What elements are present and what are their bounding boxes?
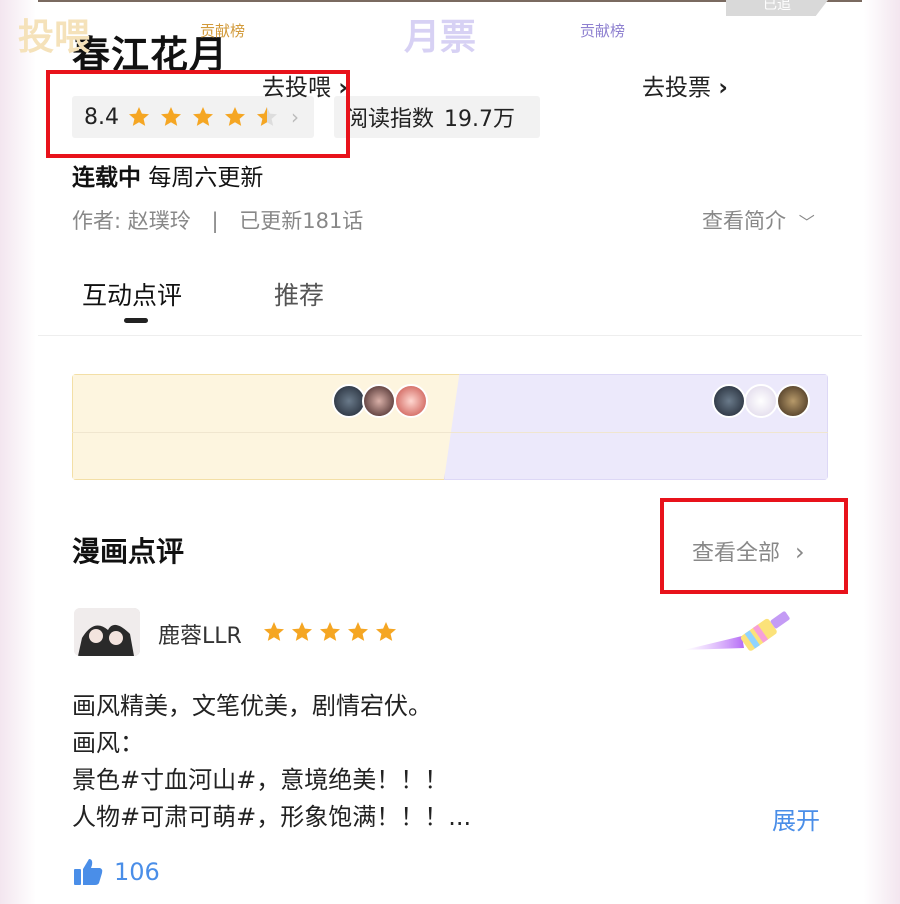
serial-status: 连载中 每周六更新 [72, 158, 263, 192]
contributor-avatar [362, 384, 396, 418]
active-tab-indicator [124, 318, 148, 323]
chevron-right-icon: › [718, 75, 728, 101]
contributor-avatar [712, 384, 746, 418]
go-feed-label: 去投喂 [262, 75, 331, 101]
star-icon [292, 622, 312, 641]
contributor-avatar [744, 384, 778, 418]
chevron-down-icon: ﹀ [798, 213, 815, 232]
feed-rank-label[interactable]: 贡献榜 [200, 20, 245, 41]
review-username[interactable]: 鹿蓉LLR [158, 618, 242, 650]
divider [38, 335, 862, 336]
serial-state: 连载中 [72, 165, 141, 191]
view-intro-label: 查看简介 [702, 209, 786, 233]
avatar-illustration [74, 608, 140, 656]
vote-title: 月票 [404, 17, 477, 58]
star-icon [348, 622, 368, 641]
review-rating [262, 620, 402, 644]
review-line: 画风： [72, 729, 144, 757]
like-button[interactable]: 106 [72, 856, 160, 888]
paint-brush-badge-icon [684, 611, 790, 651]
followed-badge[interactable]: 已追 [726, 0, 828, 16]
go-feed-button[interactable]: 去投喂 › [262, 68, 348, 102]
review-line: 景色#寸血河山#，意境绝美！！！ [72, 766, 449, 794]
star-icon [376, 622, 396, 641]
like-count: 106 [114, 858, 160, 886]
section-title-reviews: 漫画点评 [72, 535, 185, 568]
expand-button[interactable]: 展开 [772, 801, 820, 836]
view-intro-button[interactable]: 查看简介 ﹀ [702, 205, 815, 235]
contributor-avatar [776, 384, 810, 418]
avatar[interactable] [74, 608, 140, 656]
read-index-label: 阅读指数 [346, 107, 435, 132]
meta-separator: | [211, 209, 219, 233]
review-text: 画风精美，文笔优美，剧情宕伏。 画风： 景色#寸血河山#，意境绝美！！！ 人物#… [72, 688, 471, 836]
annotation-box-view-all [660, 498, 848, 594]
support-divider [72, 432, 828, 433]
feed-title: 投喂 [18, 17, 91, 58]
chapter-count: 已更新181话 [239, 209, 364, 233]
star-icon [264, 622, 284, 641]
review-line: 画风精美，文笔优美，剧情宕伏。 [72, 692, 432, 720]
review-line: 人物#可肃可萌#，形象饱满！！！... [72, 803, 472, 831]
contributor-avatar [394, 384, 428, 418]
read-index-value: 19.7万 [444, 107, 516, 132]
go-vote-label: 去投票 [642, 75, 711, 101]
read-index-chip: 阅读指数 19.7万 [334, 96, 540, 138]
vote-rank-label[interactable]: 贡献榜 [580, 20, 625, 41]
meta-line: 作者: 赵璞玲 | 已更新181话 [72, 205, 363, 235]
contributor-avatar [332, 384, 366, 418]
tab-interactive-reviews[interactable]: 互动点评 [82, 276, 182, 312]
update-schedule: 每周六更新 [148, 165, 264, 191]
author: 作者: 赵璞玲 [72, 209, 191, 233]
tab-recommend[interactable]: 推荐 [274, 276, 324, 312]
thumbs-up-icon [74, 859, 103, 885]
star-icon [320, 622, 340, 641]
go-vote-button[interactable]: 去投票 › [642, 68, 728, 102]
chevron-right-icon: › [338, 75, 348, 101]
